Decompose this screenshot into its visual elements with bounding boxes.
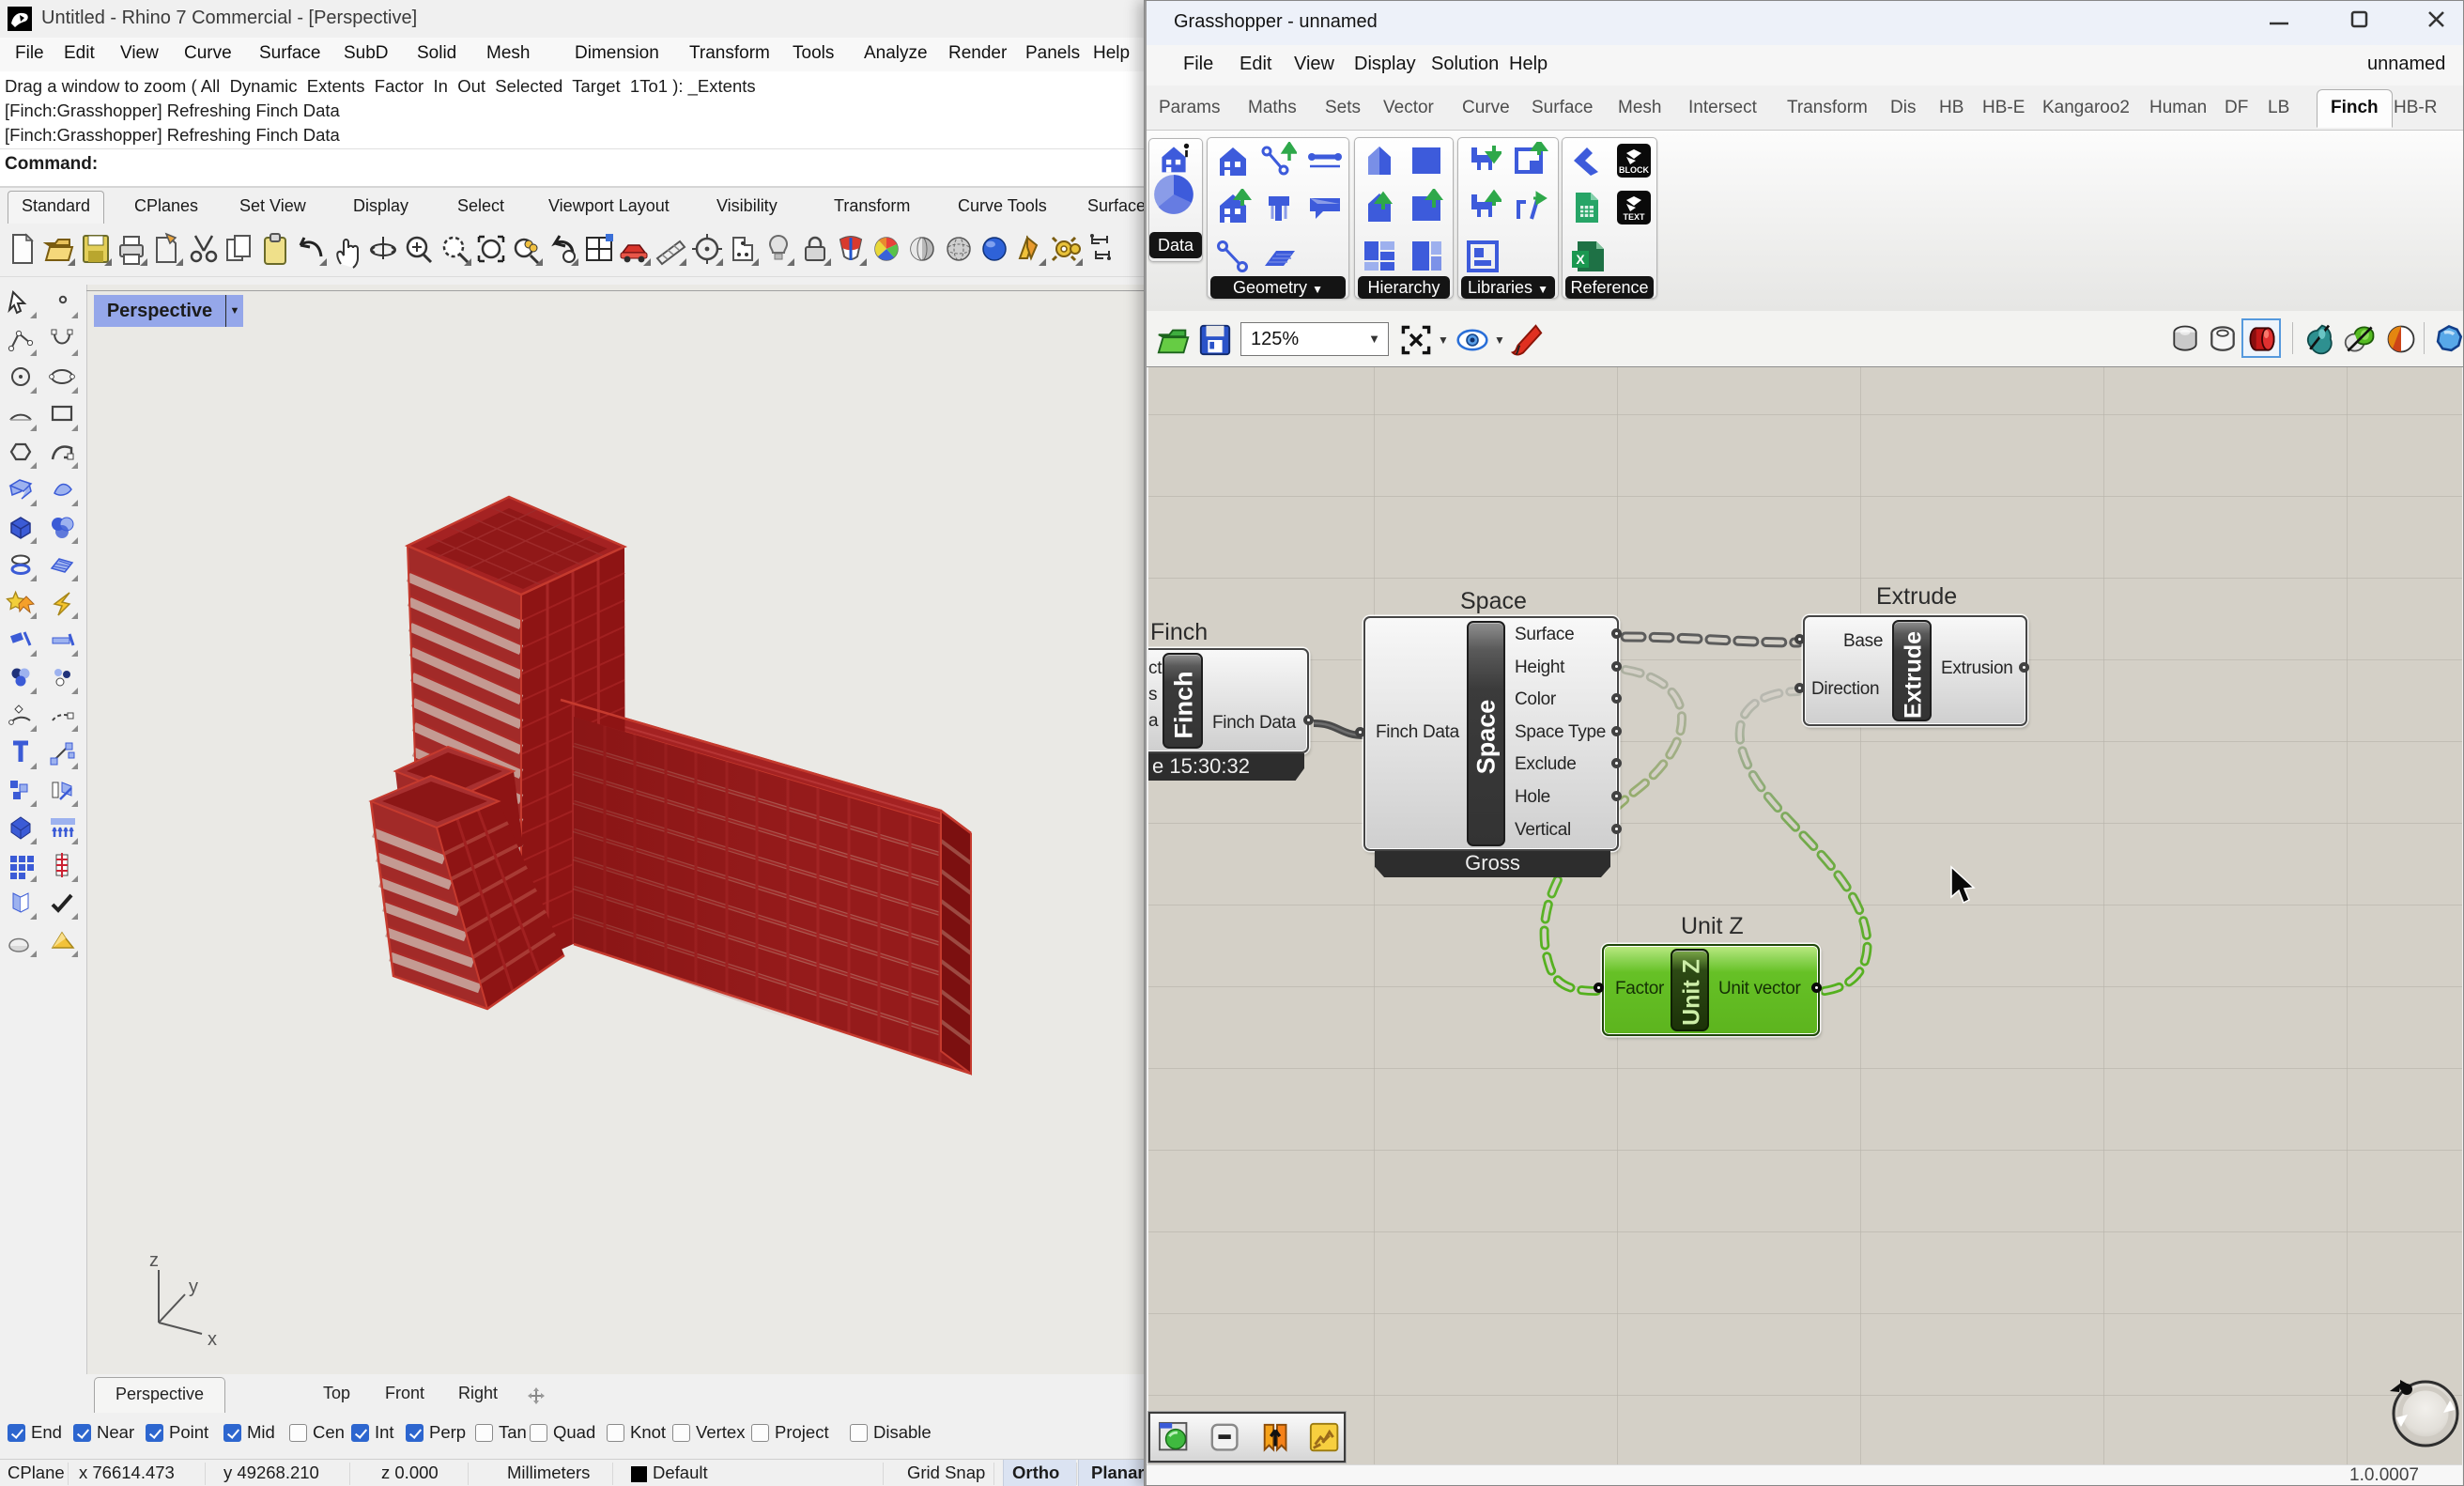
svg-text:x: x <box>208 1329 217 1350</box>
svg-text:X: X <box>1576 252 1585 267</box>
svg-text:TEXT: TEXT <box>1623 212 1645 222</box>
svg-text:y: y <box>189 1277 198 1297</box>
svg-text:BLOCK: BLOCK <box>1619 165 1649 175</box>
svg-text:z: z <box>149 1250 159 1271</box>
